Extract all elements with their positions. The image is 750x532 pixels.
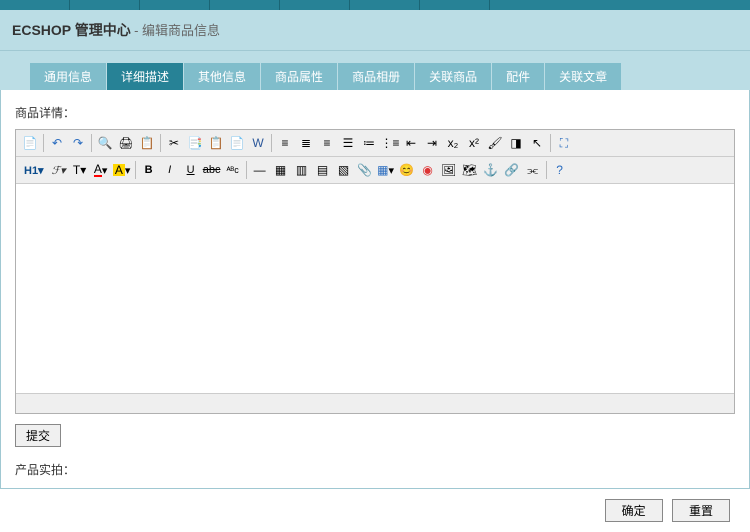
- editor-textarea[interactable]: [16, 183, 734, 393]
- unordered-list-icon[interactable]: ⋮≡: [380, 133, 400, 153]
- separator: [91, 134, 92, 152]
- image-icon[interactable]: 🖼: [439, 160, 459, 180]
- attachment-icon[interactable]: 📎: [355, 160, 375, 180]
- format-brush-icon[interactable]: 🖌: [485, 133, 505, 153]
- table-delete-icon[interactable]: ▤: [313, 160, 333, 180]
- separator: [43, 134, 44, 152]
- tab-related[interactable]: 关联商品: [415, 63, 492, 90]
- table-insert-icon[interactable]: ▦: [271, 160, 291, 180]
- fullscreen-icon[interactable]: ⛶: [554, 133, 574, 153]
- heading-dropdown[interactable]: H1▾: [20, 160, 48, 180]
- flash-icon[interactable]: ◉: [418, 160, 438, 180]
- table-icon[interactable]: ▦▾: [376, 160, 396, 180]
- topbar-item: [350, 0, 420, 10]
- eraser-icon[interactable]: ◨: [506, 133, 526, 153]
- form-actions: 确定 重置: [0, 499, 750, 532]
- submit-button[interactable]: 提交: [15, 424, 61, 447]
- spellcheck-icon[interactable]: ᴬᴮᴄ: [223, 160, 243, 180]
- source-icon[interactable]: 📄: [20, 133, 40, 153]
- emoji-icon[interactable]: 😊: [397, 160, 417, 180]
- paste-word-icon[interactable]: W: [248, 133, 268, 153]
- tab-general[interactable]: 通用信息: [30, 63, 107, 90]
- table-props-icon[interactable]: ▧: [334, 160, 354, 180]
- editor-footer: [16, 393, 734, 413]
- topbar-item: [210, 0, 280, 10]
- link-icon[interactable]: 🔗: [502, 160, 522, 180]
- map-icon[interactable]: 🗺: [460, 160, 480, 180]
- cut-icon[interactable]: ✂: [164, 133, 184, 153]
- content-panel: 商品详情： 📄 ↶ ↷ 🔍 🖨 📋 ✂ 📑 📋 📄 W ≡ ≣ ≡ ☰ ≔ ⋮≡…: [0, 90, 750, 489]
- hr-icon[interactable]: —: [250, 160, 270, 180]
- reset-button[interactable]: 重置: [672, 499, 730, 522]
- tab-accessories[interactable]: 配件: [492, 63, 545, 90]
- page-header: ECSHOP 管理中心 - 编辑商品信息: [0, 10, 750, 51]
- tab-detail[interactable]: 详细描述: [107, 63, 184, 90]
- editor-toolbar-row2: H1▾ ℱ▾ T▾ A▾ A▾ B I U abc ᴬᴮᴄ — ▦ ▥ ▤ ▧ …: [16, 157, 734, 183]
- redo-icon[interactable]: ↷: [68, 133, 88, 153]
- ok-button[interactable]: 确定: [605, 499, 663, 522]
- align-left-icon[interactable]: ≡: [275, 133, 295, 153]
- page-subtitle: - 编辑商品信息: [134, 23, 220, 38]
- separator: [546, 161, 547, 179]
- topbar-item: [0, 0, 70, 10]
- font-size-dropdown[interactable]: T▾: [70, 160, 90, 180]
- anchor-icon[interactable]: ⚓: [481, 160, 501, 180]
- subscript-icon[interactable]: x₂: [443, 133, 463, 153]
- preview-icon[interactable]: 🔍: [95, 133, 115, 153]
- copy-icon[interactable]: 📑: [185, 133, 205, 153]
- bold-icon[interactable]: B: [139, 160, 159, 180]
- separator: [271, 134, 272, 152]
- font-family-dropdown[interactable]: ℱ▾: [49, 160, 69, 180]
- help-icon[interactable]: ?: [550, 160, 570, 180]
- editor-toolbar-row1: 📄 ↶ ↷ 🔍 🖨 📋 ✂ 📑 📋 📄 W ≡ ≣ ≡ ☰ ≔ ⋮≡ ⇤ ⇥ x…: [16, 130, 734, 157]
- detail-label: 商品详情：: [15, 104, 735, 121]
- font-color-icon[interactable]: A▾: [91, 160, 111, 180]
- strikethrough-icon[interactable]: abc: [202, 160, 222, 180]
- undo-icon[interactable]: ↶: [47, 133, 67, 153]
- align-right-icon[interactable]: ≡: [317, 133, 337, 153]
- underline-icon[interactable]: U: [181, 160, 201, 180]
- table-edit-icon[interactable]: ▥: [292, 160, 312, 180]
- tab-attributes[interactable]: 商品属性: [261, 63, 338, 90]
- separator: [246, 161, 247, 179]
- align-justify-icon[interactable]: ☰: [338, 133, 358, 153]
- bg-color-icon[interactable]: A▾: [112, 160, 132, 180]
- app-title: ECSHOP 管理中心: [12, 22, 131, 38]
- tab-other[interactable]: 其他信息: [184, 63, 261, 90]
- topbar-item: [70, 0, 140, 10]
- top-menu-bar: [0, 0, 750, 10]
- ordered-list-icon[interactable]: ≔: [359, 133, 379, 153]
- separator: [550, 134, 551, 152]
- superscript-icon[interactable]: x²: [464, 133, 484, 153]
- photo-label: 产品实拍：: [15, 461, 735, 478]
- align-center-icon[interactable]: ≣: [296, 133, 316, 153]
- rich-text-editor: 📄 ↶ ↷ 🔍 🖨 📋 ✂ 📑 📋 📄 W ≡ ≣ ≡ ☰ ≔ ⋮≡ ⇤ ⇥ x…: [15, 129, 735, 414]
- separator: [160, 134, 161, 152]
- topbar-item: [280, 0, 350, 10]
- tab-articles[interactable]: 关联文章: [545, 63, 622, 90]
- print-icon[interactable]: 🖨: [116, 133, 136, 153]
- topbar-item: [420, 0, 490, 10]
- tab-gallery[interactable]: 商品相册: [338, 63, 415, 90]
- template-icon[interactable]: 📋: [137, 133, 157, 153]
- italic-icon[interactable]: I: [160, 160, 180, 180]
- tab-bar: 通用信息 详细描述 其他信息 商品属性 商品相册 关联商品 配件 关联文章: [0, 51, 750, 90]
- topbar-item: [140, 0, 210, 10]
- select-icon[interactable]: ↖: [527, 133, 547, 153]
- paste-text-icon[interactable]: 📄: [227, 133, 247, 153]
- separator: [135, 161, 136, 179]
- indent-icon[interactable]: ⇥: [422, 133, 442, 153]
- outdent-icon[interactable]: ⇤: [401, 133, 421, 153]
- unlink-icon[interactable]: ⫘: [523, 160, 543, 180]
- paste-icon[interactable]: 📋: [206, 133, 226, 153]
